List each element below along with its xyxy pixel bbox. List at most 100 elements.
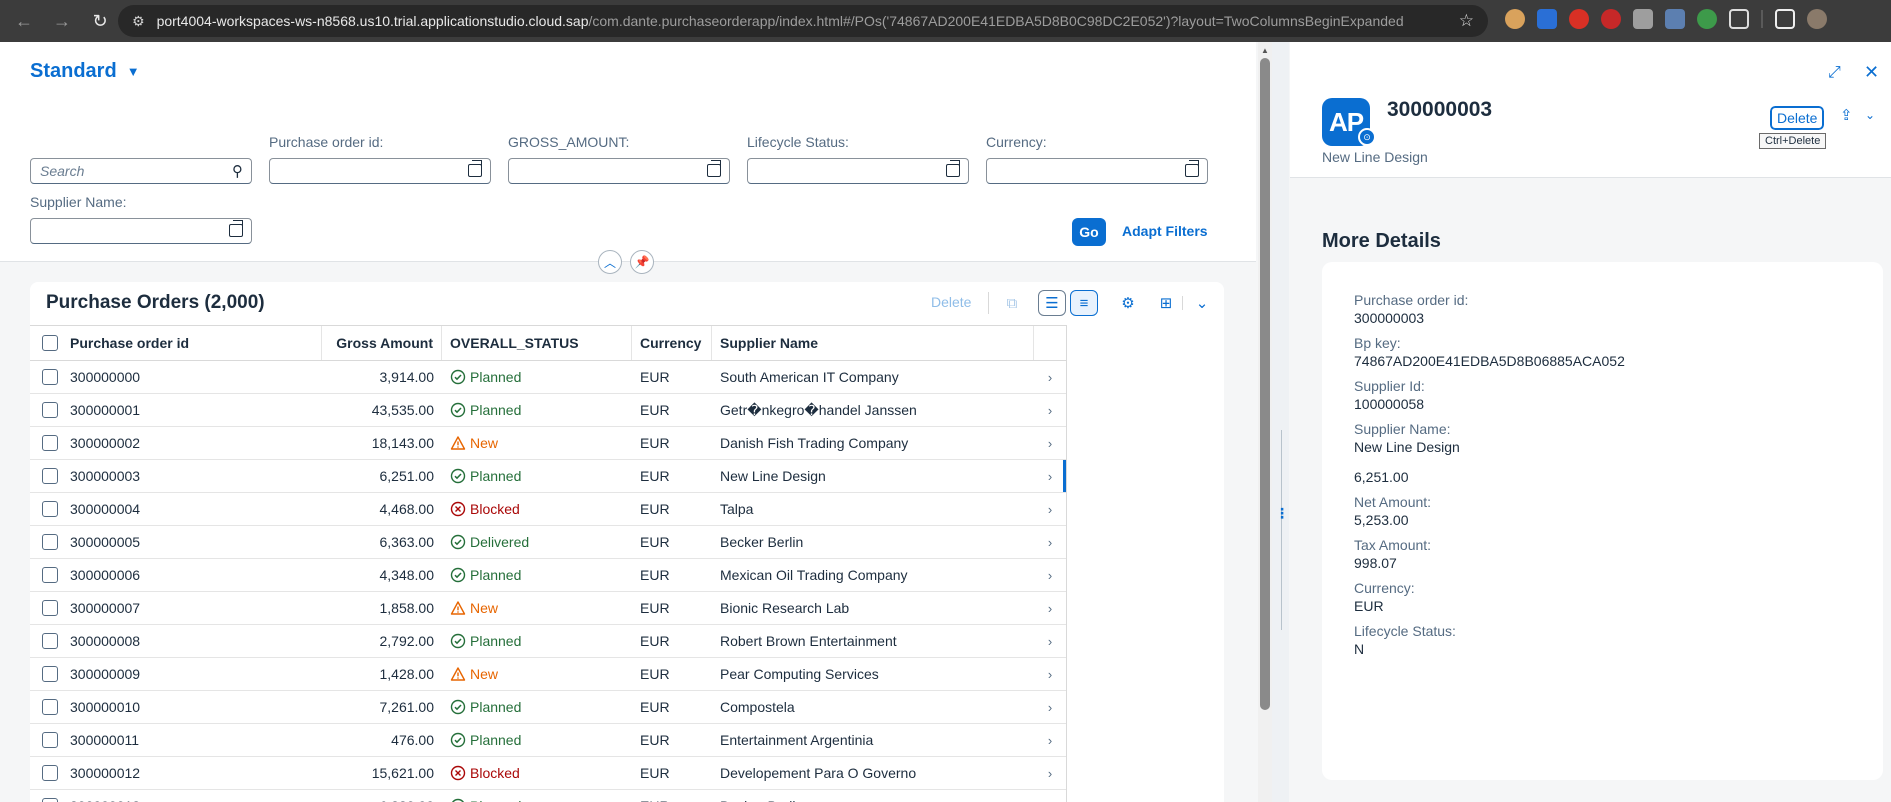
site-info-icon[interactable]: ⚙ [132,13,145,30]
close-icon[interactable]: ✕ [1864,62,1879,83]
navigation-chevron-right-icon[interactable]: › [1034,535,1066,550]
lifecycle-status-field[interactable] [747,158,969,184]
export-icon[interactable]: ⊞ [1152,290,1180,316]
scroll-up-arrow-icon[interactable]: ▲ [1261,46,1269,55]
settings-gear-icon[interactable]: ⚙ [1114,290,1142,316]
table-row[interactable]: 300000001 43,535.00 Planned EUR Getr�nkegro�… [30,394,1066,427]
row-checkbox[interactable] [42,798,58,802]
profile-avatar[interactable] [1807,9,1827,29]
value-help-icon[interactable] [1185,160,1199,177]
row-checkbox[interactable] [42,732,58,748]
address-bar[interactable]: ⚙ port4004-workspaces-ws-n8568.us10.tria… [118,5,1488,37]
navigation-chevron-right-icon[interactable]: › [1034,502,1066,517]
navigation-chevron-right-icon[interactable]: › [1034,799,1066,802]
navigation-chevron-right-icon[interactable]: › [1034,766,1066,781]
row-checkbox[interactable] [42,600,58,616]
extension-icon[interactable] [1569,9,1589,29]
row-checkbox[interactable] [42,765,58,781]
value-help-icon[interactable] [229,220,243,237]
row-checkbox[interactable] [42,369,58,385]
table-row[interactable]: 3000000136,330.00 Planned EURBecker Berlin… [30,790,1066,802]
table-row[interactable]: 300000003 6,251.00 Planned EUR New Line Desi… [30,460,1066,493]
table-row[interactable]: 300000004 4,468.00 Blocked EUR Talpa › [30,493,1066,526]
navigation-chevron-right-icon[interactable]: › [1034,601,1066,616]
row-checkbox[interactable] [42,402,58,418]
reload-icon[interactable]: ↻ [86,7,114,35]
value-help-icon[interactable] [468,160,482,177]
collapse-header-button[interactable]: ︿ [598,250,622,274]
row-checkbox[interactable] [42,666,58,682]
column-header-gross-amount[interactable]: Gross Amount [322,326,442,360]
table-row[interactable]: 300000009 1,428.00 New EUR Pear Computing Se… [30,658,1066,691]
navigation-chevron-right-icon[interactable]: › [1034,436,1066,451]
navigation-chevron-right-icon[interactable]: › [1034,469,1066,484]
variant-selector[interactable]: Standard ▼ [30,60,140,83]
delete-button[interactable]: Delete [931,294,971,310]
row-checkbox[interactable] [42,435,58,451]
navigation-chevron-right-icon[interactable]: › [1034,370,1066,385]
extension-icon[interactable] [1505,9,1525,29]
navigation-chevron-right-icon[interactable]: › [1034,700,1066,715]
table-row[interactable]: 300000010 7,261.00 Planned EUR Compostela › [30,691,1066,724]
navigation-chevron-right-icon[interactable]: › [1034,733,1066,748]
value-help-icon[interactable] [946,160,960,177]
column-header-po-id[interactable]: Purchase order id [70,326,322,360]
search-icon[interactable]: ⚲ [232,162,243,180]
share-icon[interactable]: ⇪ [1840,106,1853,124]
navigation-chevron-right-icon[interactable]: › [1034,568,1066,583]
select-all-checkbox[interactable] [42,335,58,351]
table-row[interactable]: 300000005 6,363.00 Delivered EUR Becker Berl… [30,526,1066,559]
extension-icon[interactable] [1537,9,1557,29]
pin-header-button[interactable]: 📌 [630,250,654,274]
hide-details-icon[interactable]: ≡ [1070,290,1098,316]
gross-amount-field[interactable] [508,158,730,184]
chevron-down-icon[interactable]: ⌄ [1865,108,1875,122]
column-header-supplier[interactable]: Supplier Name [712,326,1034,360]
currency-cell: EUR [640,501,670,517]
copy-icon[interactable]: ⧉ [998,290,1026,316]
url-path: /com.dante.purchaseorderapp/index.html#/… [588,13,1404,29]
search-input[interactable]: Search ⚲ [30,158,252,184]
row-checkbox[interactable] [42,468,58,484]
status-cell: New [442,435,632,451]
row-checkbox[interactable] [42,699,58,715]
table-row[interactable]: 300000011 476.00 Planned EUR Entertainment A… [30,724,1066,757]
go-button[interactable]: Go [1072,218,1106,246]
table-row[interactable]: 300000000 3,914.00 Planned EUR South America… [30,361,1066,394]
show-details-icon[interactable]: ☰ [1038,290,1066,316]
side-panel-icon[interactable] [1775,9,1795,29]
fullscreen-icon[interactable]: ⤢ [1828,64,1841,82]
bookmark-star-icon[interactable]: ☆ [1459,11,1474,31]
table-row[interactable]: 300000008 2,792.00 Planned EUR Robert Brown … [30,625,1066,658]
adblock-icon[interactable] [1601,9,1621,29]
forward-icon[interactable]: → [48,7,76,35]
supplier-name-field[interactable] [30,218,252,244]
currency-field[interactable] [986,158,1208,184]
table-row[interactable]: 300000012 15,621.00 Blocked EUR Developement… [30,757,1066,790]
navigation-chevron-right-icon[interactable]: › [1034,403,1066,418]
po-id-field[interactable] [269,158,491,184]
row-checkbox[interactable] [42,633,58,649]
row-checkbox[interactable] [42,534,58,550]
navigation-chevron-right-icon[interactable]: › [1034,634,1066,649]
row-checkbox[interactable] [42,567,58,583]
extension-icon[interactable] [1697,9,1717,29]
row-checkbox[interactable] [42,501,58,517]
back-icon[interactable]: ← [10,7,38,35]
column-header-status[interactable]: OVERALL_STATUS [442,326,632,360]
extension-icon[interactable] [1633,9,1653,29]
delete-object-button[interactable]: Delete [1768,105,1826,131]
column-header-currency[interactable]: Currency [632,326,712,360]
scrollbar-thumb[interactable] [1260,58,1270,710]
field-label: Purchase order id: [1354,292,1469,308]
value-help-icon[interactable] [707,160,721,177]
table-row[interactable]: 300000006 4,348.00 Planned EUR Mexican Oil T… [30,559,1066,592]
column-splitter[interactable] [1272,42,1289,802]
extensions-puzzle-icon[interactable] [1729,9,1749,29]
export-menu-chevron-down-icon[interactable]: ⌄ [1188,290,1216,316]
table-row[interactable]: 300000007 1,858.00 New EUR Bionic Research L… [30,592,1066,625]
navigation-chevron-right-icon[interactable]: › [1034,667,1066,682]
extension-icon[interactable] [1665,9,1685,29]
adapt-filters-button[interactable]: Adapt Filters [1122,223,1208,239]
table-row[interactable]: 300000002 18,143.00 New EUR Danish Fish Trad… [30,427,1066,460]
